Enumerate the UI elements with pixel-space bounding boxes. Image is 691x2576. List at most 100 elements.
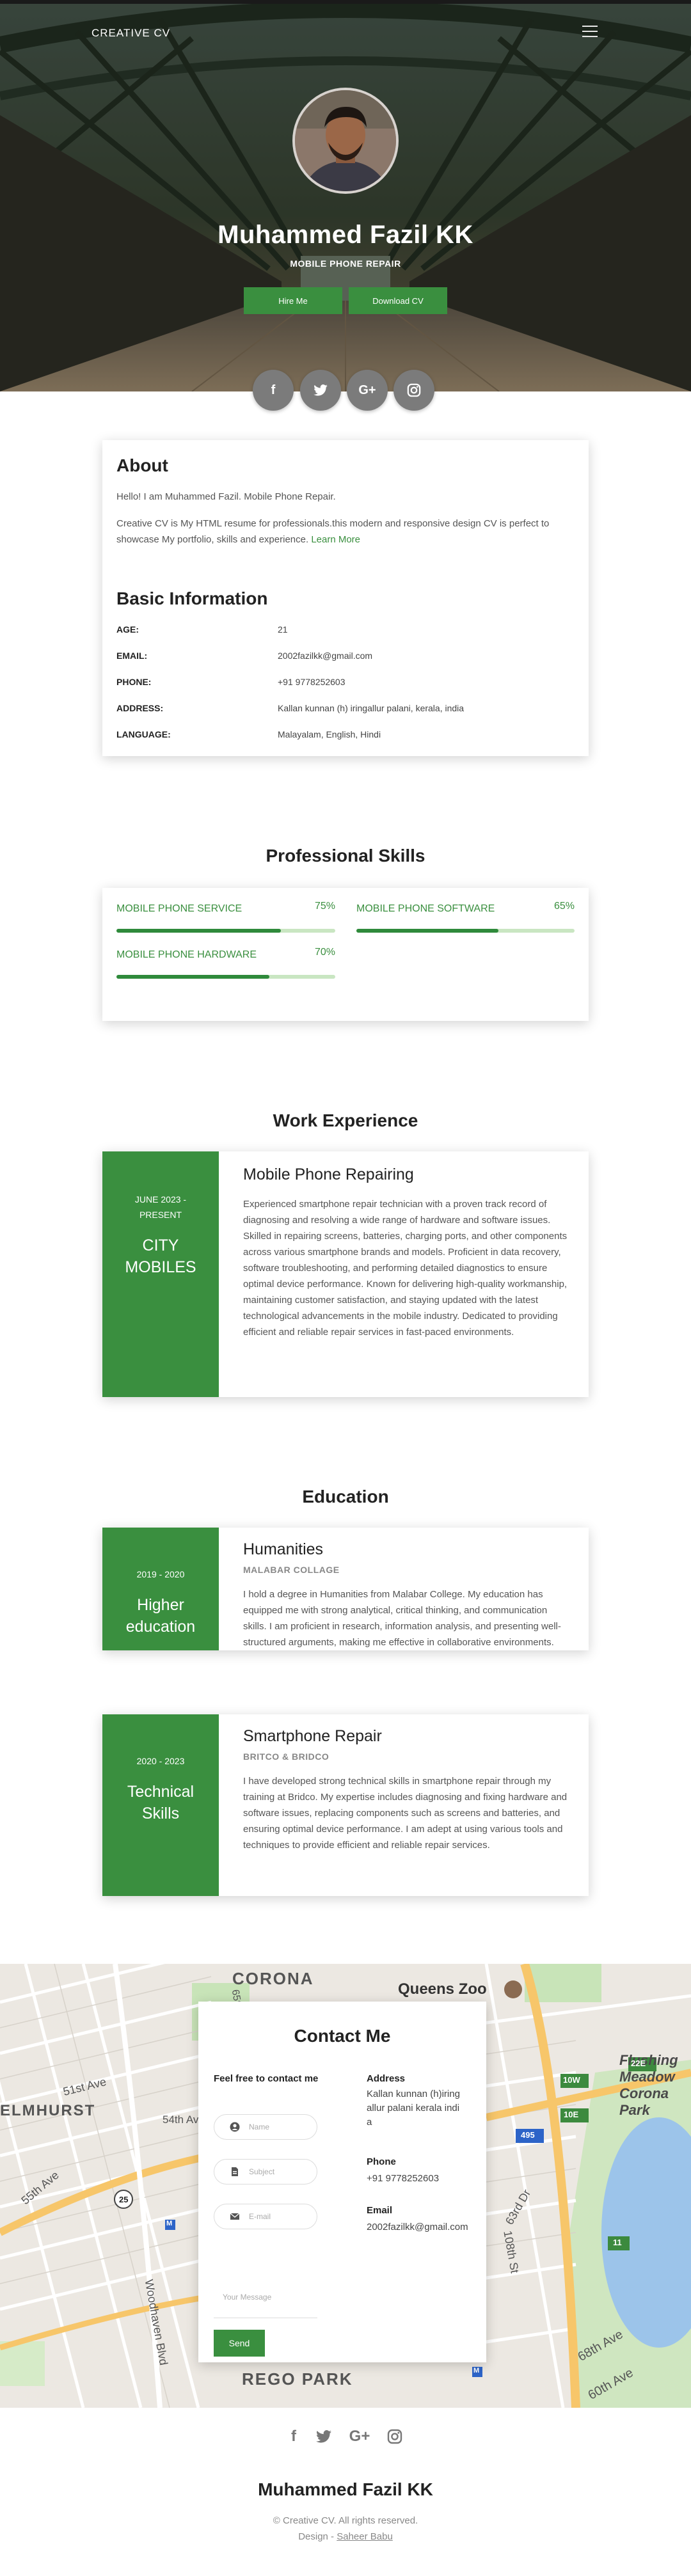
google-plus-icon[interactable]: G+	[347, 370, 388, 411]
designer-link[interactable]: Saheer Babu	[337, 2531, 393, 2542]
skill-bar-software	[356, 929, 575, 933]
skill-percent-hardware: 70%	[314, 947, 335, 958]
work-title: Work Experience	[273, 1110, 418, 1130]
education-date: 2020 - 2023	[136, 1756, 185, 1766]
skill-fill	[356, 929, 498, 933]
subject-input[interactable]: Subject	[214, 2159, 317, 2185]
education-school: BRITCO & BRIDCO	[243, 1751, 330, 1762]
info-value: +91 9778252603	[278, 677, 346, 687]
contact-card: Contact Me Feel free to contact me Name …	[198, 2002, 486, 2362]
twitter-icon[interactable]	[300, 370, 341, 411]
map-label: ELMHURST	[0, 2102, 96, 2119]
education-card: 2020 - 2023 Technical Skills Smartphone …	[102, 1714, 589, 1896]
info-value: Malayalam, English, Hindi	[278, 729, 381, 739]
about-title: About	[116, 455, 168, 475]
avatar	[292, 88, 399, 194]
work-description: Experienced smartphone repair technician…	[243, 1199, 568, 1338]
contact-title: Contact Me	[294, 2026, 391, 2046]
email-label: Email	[367, 2205, 393, 2216]
work-title-text: Mobile Phone Repairing	[243, 1166, 414, 1183]
work-place-line2: MOBILES	[125, 1258, 196, 1276]
highway-shield: 11	[613, 2238, 622, 2247]
instagram-icon[interactable]	[385, 2428, 404, 2447]
education-title-text: Humanities	[243, 1540, 324, 1558]
info-value: 2002fazilkk@gmail.com	[278, 651, 373, 661]
name-placeholder: Name	[249, 2122, 270, 2131]
education-place-line1: Higher	[137, 1596, 184, 1614]
info-value: Kallan kunnan (h) iringallur palani, ker…	[278, 703, 465, 713]
map-label: Flushing Meadow Corona Park	[619, 2052, 678, 2118]
hero-role: MOBILE PHONE REPAIR	[290, 258, 401, 269]
footer-credit-prefix: Design -	[298, 2531, 337, 2542]
education-date: 2019 - 2020	[136, 1569, 185, 1579]
education-place-line1: Technical	[127, 1783, 195, 1801]
work-card: JUNE 2023 - PRESENT CITY MOBILES Mobile …	[102, 1151, 589, 1397]
info-key: EMAIL:	[116, 651, 148, 661]
education-side-panel: 2020 - 2023 Technical Skills	[102, 1714, 219, 1896]
education-school: MALABAR COLLAGE	[243, 1565, 340, 1575]
contact-subtitle: Feel free to contact me	[214, 2073, 319, 2084]
about-intro: Hello! I am Muhammed Fazil. Mobile Phone…	[116, 491, 336, 502]
user-icon	[230, 2122, 240, 2132]
footer-copyright: © Creative CV. All rights reserved.	[273, 2515, 418, 2526]
education-place-line2: education	[125, 1618, 196, 1636]
info-key: ADDRESS:	[116, 703, 164, 713]
hero-section	[0, 0, 691, 391]
skill-fill	[116, 929, 281, 933]
skill-bar-hardware	[116, 975, 335, 979]
map-label: Queens Zoo	[398, 1980, 487, 1998]
work-date-line1: JUNE 2023 -	[134, 1194, 187, 1205]
hamburger-menu-icon[interactable]	[582, 26, 598, 38]
subject-placeholder: Subject	[249, 2167, 275, 2176]
education-card: 2019 - 2020 Higher education Humanities …	[102, 1528, 589, 1650]
email-value: 2002fazilkk@gmail.com	[367, 2222, 468, 2232]
skills-card: MOBILE PHONE SERVICE 75% MOBILE PHONE SO…	[102, 888, 589, 1021]
highway-shield: 10E	[564, 2110, 579, 2119]
brand-logo[interactable]: CREATIVE CV	[91, 27, 170, 40]
email-input[interactable]: E-mail	[214, 2204, 317, 2229]
learn-more-link[interactable]: Learn More	[311, 534, 360, 545]
skill-percent-software: 65%	[553, 901, 575, 912]
phone-value: +91 9778252603	[367, 2173, 440, 2184]
metro-icon: M	[166, 2220, 173, 2227]
footer-credit: Design - Saheer Babu	[0, 2531, 691, 2542]
address-label: Address	[367, 2073, 406, 2084]
top-strip	[0, 0, 691, 4]
map-label: CORONA	[232, 1969, 314, 1988]
footer-name: Muhammed Fazil KK	[258, 2479, 433, 2499]
phone-label: Phone	[367, 2156, 396, 2167]
send-button[interactable]: Send	[214, 2330, 265, 2357]
address-value: Kallan kunnan (h)iringallur palani keral…	[367, 2089, 460, 2128]
highway-shield: 25	[119, 2195, 129, 2204]
highway-shield: 22E	[631, 2058, 646, 2068]
message-textarea[interactable]: Your Message	[214, 2293, 317, 2318]
info-key: AGE:	[116, 624, 139, 635]
instagram-icon[interactable]	[393, 370, 434, 411]
hire-me-button[interactable]: Hire Me	[244, 287, 342, 314]
highway-shield: 10W	[563, 2075, 580, 2085]
basic-info-title: Basic Information	[116, 589, 268, 608]
education-description: I have developed strong technical skills…	[243, 1776, 568, 1851]
skill-percent-service: 75%	[314, 901, 335, 912]
education-title-text: Smartphone Repair	[243, 1727, 382, 1745]
education-place-line2: Skills	[141, 1805, 180, 1822]
highway-shield: 495	[521, 2130, 535, 2140]
email-placeholder: E-mail	[249, 2212, 271, 2221]
facebook-icon[interactable]: f	[253, 370, 294, 411]
skill-label-service: MOBILE PHONE SERVICE	[116, 903, 242, 914]
info-value: 21	[278, 624, 288, 635]
hero-name: Muhammed Fazil KK	[218, 221, 473, 249]
map-label: REGO PARK	[242, 2369, 353, 2389]
facebook-icon[interactable]: f	[284, 2428, 303, 2447]
about-body: Creative CV is My HTML resume for profes…	[116, 516, 575, 548]
metro-icon: M	[473, 2367, 480, 2375]
google-plus-icon[interactable]: G+	[348, 2428, 371, 2447]
name-input[interactable]: Name	[214, 2114, 317, 2140]
education-title: Education	[302, 1487, 389, 1506]
skills-title: Professional Skills	[266, 846, 425, 865]
work-side-panel: JUNE 2023 - PRESENT CITY MOBILES	[102, 1151, 219, 1397]
education-description: I hold a degree in Humanities from Malab…	[243, 1589, 561, 1648]
download-cv-button[interactable]: Download CV	[349, 287, 447, 314]
twitter-icon[interactable]	[314, 2428, 333, 2447]
file-icon	[232, 2167, 238, 2176]
